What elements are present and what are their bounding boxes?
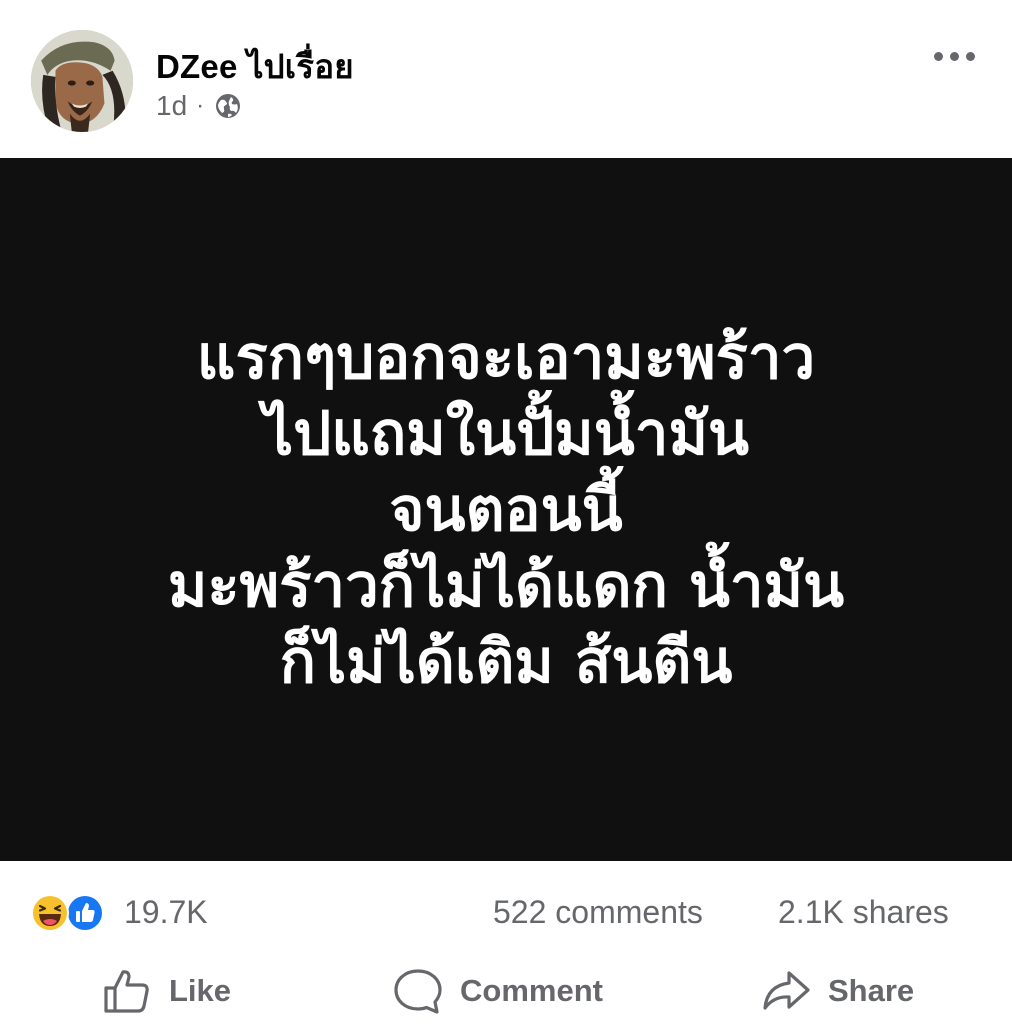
- image-text-line: ก็ไม่ได้เติม ส้นตีน: [279, 626, 733, 697]
- more-dot: [933, 51, 943, 61]
- avatar[interactable]: [31, 30, 133, 132]
- image-text-line: แรกๆบอกจะเอามะพร้าว: [196, 322, 816, 393]
- comment-label: Comment: [460, 973, 603, 1008]
- like-label: Like: [169, 973, 232, 1008]
- haha-icon: [30, 893, 70, 933]
- more-dot: [965, 51, 975, 61]
- like-button[interactable]: Like: [101, 963, 231, 1019]
- post-header: DZee ไปเรื่อย 1d ·: [0, 0, 1012, 158]
- shares-count[interactable]: 2.1K shares: [778, 894, 949, 931]
- globe-icon: [216, 94, 241, 118]
- image-text-line: จนตอนนี้: [389, 474, 623, 545]
- post-card: DZee ไปเรื่อย 1d · แรกๆบอกจะเอามะพร้าว ไ…: [0, 0, 1012, 1024]
- thumbs-up-icon: [104, 970, 149, 1013]
- post-image[interactable]: แรกๆบอกจะเอามะพร้าว ไปแถมในปั้มน้ำมัน จน…: [0, 158, 1012, 861]
- comment-button[interactable]: Comment: [392, 963, 603, 1019]
- comments-count[interactable]: 522 comments: [493, 894, 703, 931]
- author-name[interactable]: DZee ไปเรื่อย: [156, 40, 354, 93]
- share-arrow-icon: [763, 971, 810, 1010]
- like-icon: [65, 893, 105, 933]
- reaction-icons[interactable]: [30, 893, 116, 933]
- more-options-button[interactable]: [924, 36, 984, 76]
- more-dot: [949, 51, 959, 61]
- post-time[interactable]: 1d: [156, 90, 187, 122]
- image-text-line: มะพร้าวก็ไม่ได้แดก น้ำมัน: [167, 550, 845, 621]
- action-bar: Like Comment Share: [0, 955, 1012, 1024]
- comment-bubble-icon: [394, 969, 442, 1014]
- post-meta: 1d ·: [156, 88, 243, 124]
- avatar-image: [31, 30, 133, 132]
- share-button[interactable]: Share: [760, 963, 914, 1019]
- meta-separator: ·: [196, 92, 205, 119]
- image-text-line: ไปแถมในปั้มน้ำมัน: [262, 398, 750, 469]
- share-label: Share: [828, 973, 915, 1008]
- engagement-stats: 19.7K 522 comments 2.1K shares: [0, 880, 1012, 944]
- reaction-count[interactable]: 19.7K: [124, 894, 208, 931]
